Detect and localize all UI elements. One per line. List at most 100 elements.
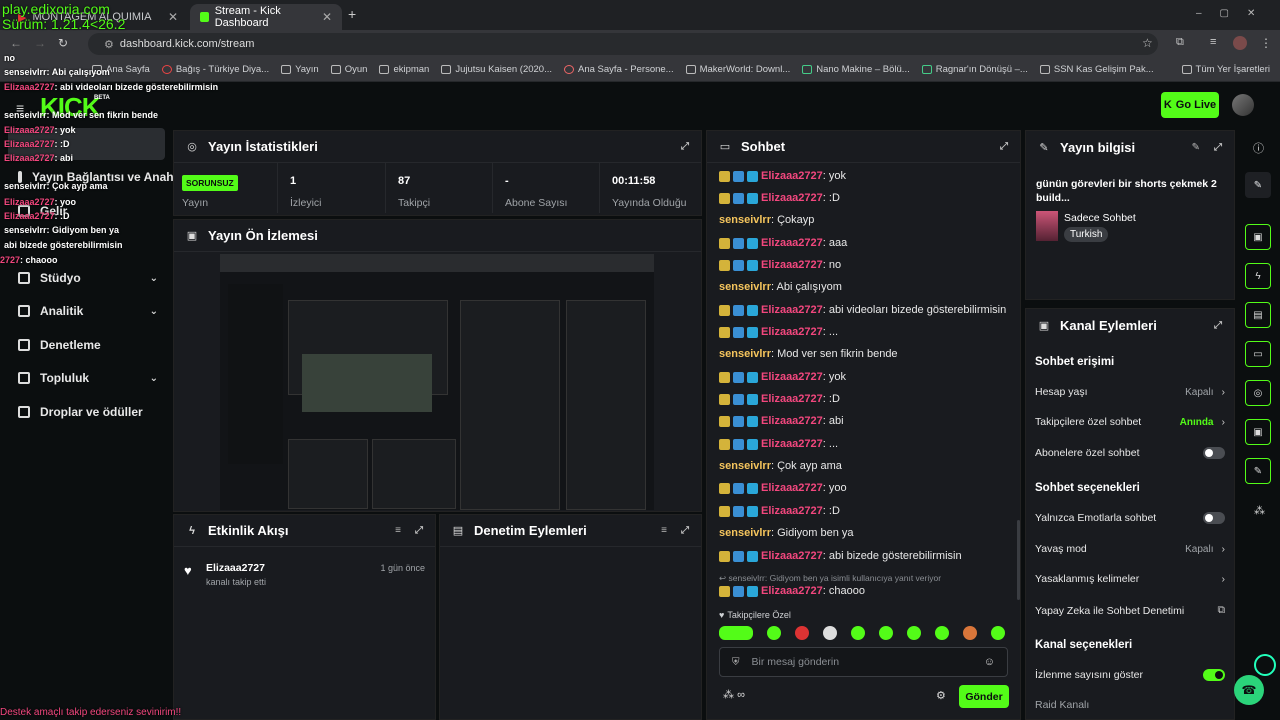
emote-icon[interactable]	[851, 626, 865, 640]
window-controls[interactable]: –▢✕	[1196, 8, 1273, 19]
chat-username[interactable]: senseivlrr	[719, 281, 771, 293]
chat-message[interactable]: Elizaaa2727: :D	[719, 505, 840, 517]
emote-icon[interactable]	[935, 626, 949, 640]
profile-avatar[interactable]	[1233, 36, 1247, 50]
avatar[interactable]	[1232, 94, 1254, 116]
settings-icon[interactable]: ⚙	[936, 689, 946, 702]
emote-icon[interactable]	[767, 626, 781, 640]
channel-toggle-icon[interactable]: ▣	[1245, 419, 1271, 445]
bookmark-item[interactable]: Yayın	[281, 64, 319, 75]
chat-input[interactable]: ⛨ Bir mesaj gönderin ☺	[719, 647, 1008, 677]
chat-username[interactable]: Elizaaa2727	[761, 371, 823, 383]
emotes-only-toggle[interactable]	[1203, 512, 1225, 524]
emote-icon[interactable]	[991, 626, 1005, 640]
chat-message[interactable]: Elizaaa2727: yok	[719, 371, 846, 383]
stream-preview-video[interactable]	[220, 254, 654, 510]
chat-message[interactable]: Elizaaa2727: yok	[719, 170, 846, 182]
activity-toggle-icon[interactable]: ϟ	[1245, 263, 1271, 289]
chat-message[interactable]: Elizaaa2727: ...	[719, 438, 838, 450]
chat-toggle-icon[interactable]: ▭	[1245, 341, 1271, 367]
send-button[interactable]: Gönder	[959, 685, 1009, 708]
chat-username[interactable]: Elizaaa2727	[761, 393, 823, 405]
bookmark-item[interactable]: Ana Sayfa - Persone...	[564, 64, 674, 75]
back-icon[interactable]: ←	[10, 36, 22, 50]
infinity-indicator[interactable]: ⁂ ∞	[723, 688, 745, 701]
edit-icon[interactable]: ✎	[1192, 142, 1200, 153]
emote-icon[interactable]	[963, 626, 977, 640]
emote-icon[interactable]	[823, 626, 837, 640]
raid-row[interactable]: Raid Kanalı	[1035, 699, 1225, 711]
media-icon[interactable]: ≡	[1210, 36, 1216, 48]
edit-icon[interactable]: ✎	[1245, 172, 1271, 198]
close-tab-icon[interactable]: ✕	[168, 10, 178, 24]
chat-username[interactable]: Elizaaa2727	[761, 192, 823, 204]
bookmark-item[interactable]: MakerWorld: Downl...	[685, 64, 790, 75]
browser-tab-kick[interactable]: Stream - Kick Dashboard ✕	[190, 4, 342, 30]
address-bar[interactable]: ⚙ dashboard.kick.com/stream	[88, 33, 1158, 55]
chat-username[interactable]: Elizaaa2727	[761, 259, 823, 271]
sidebar-item-studio[interactable]: Stüdyo ⌄	[18, 271, 158, 285]
emote-icon[interactable]	[907, 626, 921, 640]
emoji-icon[interactable]: ☺	[984, 656, 995, 668]
chat-scrollbar[interactable]	[1017, 520, 1020, 600]
expand-icon[interactable]: ⤢	[681, 141, 689, 152]
filter-icon[interactable]: ≡	[661, 525, 667, 536]
forward-icon[interactable]: →	[34, 36, 46, 50]
bookmark-item[interactable]: Nano Makine – Bölü...	[802, 64, 910, 75]
stats-toggle-icon[interactable]: ◎	[1245, 380, 1271, 406]
expand-icon[interactable]: ⤢	[1214, 320, 1222, 331]
chat-username[interactable]: Elizaaa2727	[761, 170, 823, 182]
followers-chat-row[interactable]: Takipçilere özel sohbet Anında ›	[1035, 416, 1225, 428]
chat-message[interactable]: senseivlrr: Çok ayp ama	[719, 460, 842, 472]
bookmark-item[interactable]: Oyun	[330, 64, 367, 75]
chat-username[interactable]: Elizaaa2727	[761, 326, 823, 338]
reload-icon[interactable]: ↻	[58, 36, 68, 50]
emote-icon[interactable]	[795, 626, 809, 640]
ai-moderation-row[interactable]: Yapay Zeka ile Sohbet Denetimi ⧉	[1035, 604, 1225, 617]
chat-message[interactable]: senseivlrr: Gidiyom ben ya	[719, 527, 854, 539]
chat-message[interactable]: Elizaaa2727: chaooo	[719, 585, 865, 597]
expand-icon[interactable]: ⤢	[415, 525, 423, 536]
bookmark-item[interactable]: Ragnar'ın Dönüşü –...	[921, 64, 1028, 75]
expand-icon[interactable]: ⤢	[1214, 142, 1222, 153]
chat-username[interactable]: Elizaaa2727	[761, 237, 823, 249]
emote-icon[interactable]	[879, 626, 893, 640]
bookmark-star-icon[interactable]: ☆	[1142, 36, 1153, 50]
chat-message[interactable]: Elizaaa2727: abi	[719, 415, 844, 427]
bookmark-item[interactable]: Bağış - Türkiye Diya...	[161, 64, 269, 75]
account-age-row[interactable]: Hesap yaşı Kapalı ›	[1035, 386, 1225, 398]
expand-icon[interactable]: ⤢	[681, 525, 689, 536]
chat-message[interactable]: Elizaaa2727: :D	[719, 393, 840, 405]
chat-username[interactable]: Elizaaa2727	[761, 415, 823, 427]
all-bookmarks[interactable]: Tüm Yer İşaretleri	[1181, 64, 1270, 75]
preview-toggle-icon[interactable]: ▣	[1245, 224, 1271, 250]
close-tab-icon[interactable]: ✕	[322, 10, 332, 24]
chat-message[interactable]: senseivlrr: Çokayp	[719, 214, 814, 226]
go-live-button[interactable]: K Go Live	[1161, 92, 1219, 118]
chat-username[interactable]: senseivlrr	[719, 348, 771, 360]
chat-message[interactable]: Elizaaa2727: ...	[719, 326, 838, 338]
bookmark-item[interactable]: ekipman	[379, 64, 429, 75]
info-icon[interactable]: ⓘ	[1253, 140, 1264, 156]
chat-message[interactable]: senseivlrr: Abi çalışıyom	[719, 281, 842, 293]
chat-username[interactable]: Elizaaa2727	[761, 438, 823, 450]
menu-icon[interactable]: ⋮	[1260, 36, 1272, 50]
slow-mode-row[interactable]: Yavaş mod Kapalı ›	[1035, 543, 1225, 555]
chat-message[interactable]: Elizaaa2727: no	[719, 259, 841, 271]
assistant-icon[interactable]	[1254, 654, 1276, 676]
chat-username[interactable]: Elizaaa2727	[761, 550, 823, 562]
banned-words-row[interactable]: Yasaklanmış kelimeler ›	[1035, 573, 1225, 585]
info-toggle-icon[interactable]: ✎	[1245, 458, 1271, 484]
bookmark-item[interactable]: SSN Kas Gelişim Pak...	[1039, 64, 1154, 75]
chat-message[interactable]: Elizaaa2727: :D	[719, 192, 840, 204]
new-tab-icon[interactable]: +	[348, 6, 356, 22]
chat-username[interactable]: senseivlrr	[719, 527, 771, 539]
chat-username[interactable]: senseivlrr	[719, 214, 771, 226]
chat-message[interactable]: Elizaaa2727: aaa	[719, 237, 847, 249]
chat-message[interactable]: Elizaaa2727: yoo	[719, 482, 847, 494]
sidebar-item-analytics[interactable]: Analitik ⌄	[18, 304, 158, 318]
chat-message[interactable]: Elizaaa2727: abi videoları bizede göster…	[719, 304, 1006, 316]
sidebar-item-community[interactable]: Topluluk ⌄	[18, 371, 158, 385]
chat-message[interactable]: senseivlrr: Mod ver sen fikrin bende	[719, 348, 898, 360]
sidebar-item-moderation[interactable]: Denetleme	[18, 338, 158, 352]
